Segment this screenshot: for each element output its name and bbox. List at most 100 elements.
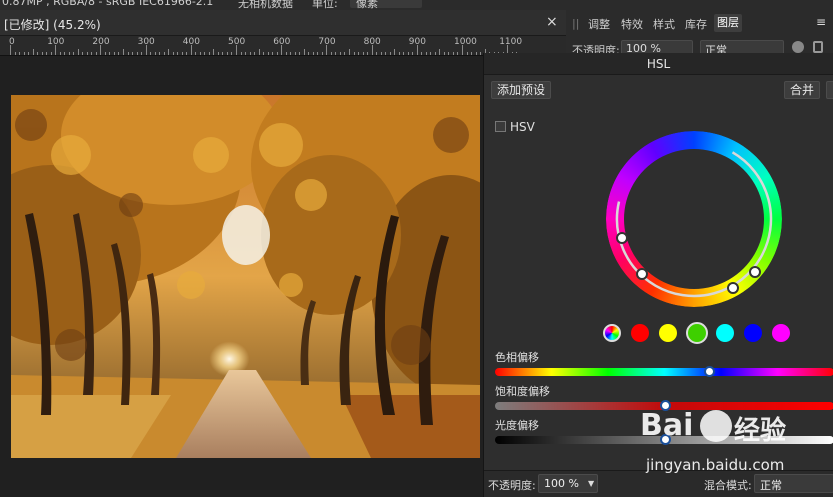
ruler-tick — [208, 52, 210, 55]
wheel-handle-4[interactable] — [749, 266, 761, 278]
hue-shift-handle[interactable] — [703, 366, 715, 377]
ruler-tick — [213, 49, 215, 55]
red-swatch[interactable] — [631, 324, 649, 342]
paw-icon — [700, 410, 732, 442]
canvas-area[interactable] — [0, 56, 484, 497]
panel-menu-icon[interactable]: ≡ — [816, 15, 826, 29]
tab-effects[interactable]: 特效 — [621, 16, 643, 32]
tab-adjustments[interactable]: 调整 — [588, 16, 610, 32]
ruler-tick — [77, 49, 79, 55]
ruler-tick — [385, 52, 387, 55]
tab-stock[interactable]: 库存 — [685, 16, 707, 32]
ruler-tick — [439, 49, 441, 55]
ruler-tick — [475, 52, 477, 55]
luminosity-shift-label: 光度偏移 — [495, 419, 539, 432]
ruler-tick — [317, 52, 319, 55]
hue-wheel[interactable] — [606, 131, 782, 307]
ruler-tick — [82, 52, 84, 55]
ruler-tick — [443, 52, 445, 55]
ruler-tick — [73, 52, 75, 55]
ruler-tick — [100, 45, 102, 55]
ruler-tick — [448, 52, 450, 55]
hsv-label: HSV — [510, 120, 535, 134]
tab-layers[interactable]: 图层 — [714, 14, 742, 32]
master-swatch[interactable] — [603, 324, 621, 342]
saturation-shift-label: 饱和度偏移 — [495, 385, 550, 398]
ruler-tick — [118, 52, 120, 55]
ruler-tick — [290, 52, 292, 55]
ruler-tick — [272, 52, 274, 55]
ruler-tick — [258, 49, 260, 55]
ruler-tick — [308, 52, 310, 55]
watermark-suffix: 经验 — [734, 416, 787, 446]
ruler-tick — [299, 52, 301, 55]
ruler-tick — [276, 52, 278, 55]
lock-icon[interactable] — [813, 41, 823, 53]
hsv-checkbox-box[interactable] — [495, 121, 506, 132]
ruler-tick — [240, 52, 242, 55]
opacity-dropdown-icon[interactable]: ▼ — [588, 479, 594, 488]
add-preset-button[interactable]: 添加预设 — [491, 81, 552, 99]
wheel-handle-1[interactable] — [616, 232, 628, 244]
hue-shift-label: 色相偏移 — [495, 351, 539, 364]
hue-shift-slider[interactable] — [495, 368, 833, 376]
hsv-checkbox[interactable]: HSV — [495, 120, 535, 134]
ruler-label: 1000 — [454, 37, 477, 47]
ruler-tick — [95, 52, 97, 55]
merge-button[interactable]: 合并 — [784, 81, 821, 99]
delete-button[interactable] — [826, 81, 833, 99]
ruler-tick — [236, 45, 237, 55]
autumn-road-image — [11, 95, 480, 458]
ruler-tick — [398, 52, 400, 55]
ruler-tick — [380, 52, 382, 55]
ruler-tick — [471, 52, 473, 55]
ruler-tick — [163, 52, 165, 55]
ruler-tick — [335, 52, 337, 55]
ruler-tick — [177, 52, 179, 55]
ruler-tick — [267, 52, 269, 55]
ruler-tick — [480, 52, 482, 55]
cyan-swatch[interactable] — [716, 324, 734, 342]
close-icon[interactable]: × — [546, 14, 558, 30]
ruler-tick — [91, 52, 93, 55]
ruler-tick — [367, 52, 369, 55]
ruler-tick — [59, 52, 61, 55]
ruler-tick — [64, 52, 66, 55]
ruler-tick — [46, 52, 48, 55]
green-swatch[interactable] — [686, 322, 708, 344]
ruler-tick — [394, 49, 396, 55]
ruler-tick — [403, 52, 405, 55]
gear-icon[interactable] — [792, 41, 804, 53]
tab-styles[interactable]: 样式 — [653, 16, 675, 32]
panel-grip-icon[interactable]: || — [572, 17, 579, 30]
ruler-tick — [245, 52, 247, 55]
yellow-swatch[interactable] — [659, 324, 677, 342]
ruler-tick — [19, 52, 21, 55]
blue-swatch[interactable] — [744, 324, 762, 342]
magenta-swatch[interactable] — [772, 324, 790, 342]
canvas-photo[interactable] — [11, 95, 480, 458]
ruler-tick — [421, 52, 423, 55]
wheel-handle-2[interactable] — [636, 268, 648, 280]
wheel-handle-3[interactable] — [727, 282, 739, 294]
ruler-tick — [226, 52, 228, 55]
studio-tab-strip: || 调整 特效 样式 库存 图层 ≡ — [566, 10, 833, 36]
ruler-tick — [339, 52, 341, 55]
ruler-tick — [204, 52, 206, 55]
ruler-tick — [113, 52, 115, 55]
ruler-label: 1100 — [499, 37, 523, 47]
info-bar: 0.87MP , RGBA/8 - sRGB IEC61966-2.1 无相机数… — [0, 0, 833, 10]
ruler-tick — [181, 52, 183, 55]
ruler-tick — [37, 52, 39, 55]
ruler-tick — [434, 52, 436, 55]
ruler-tick — [159, 52, 161, 55]
ruler-tick — [249, 52, 251, 55]
ruler-tick — [150, 52, 152, 55]
ruler-tick — [353, 52, 355, 55]
ruler-tick — [195, 52, 197, 55]
document-tab[interactable]: [已修改] (45.2%) × — [0, 10, 566, 36]
watermark-url: jingyan.baidu.com — [646, 456, 785, 474]
ruler-tick — [168, 49, 170, 55]
ruler-tick — [416, 45, 418, 55]
ruler-tick — [127, 52, 129, 55]
